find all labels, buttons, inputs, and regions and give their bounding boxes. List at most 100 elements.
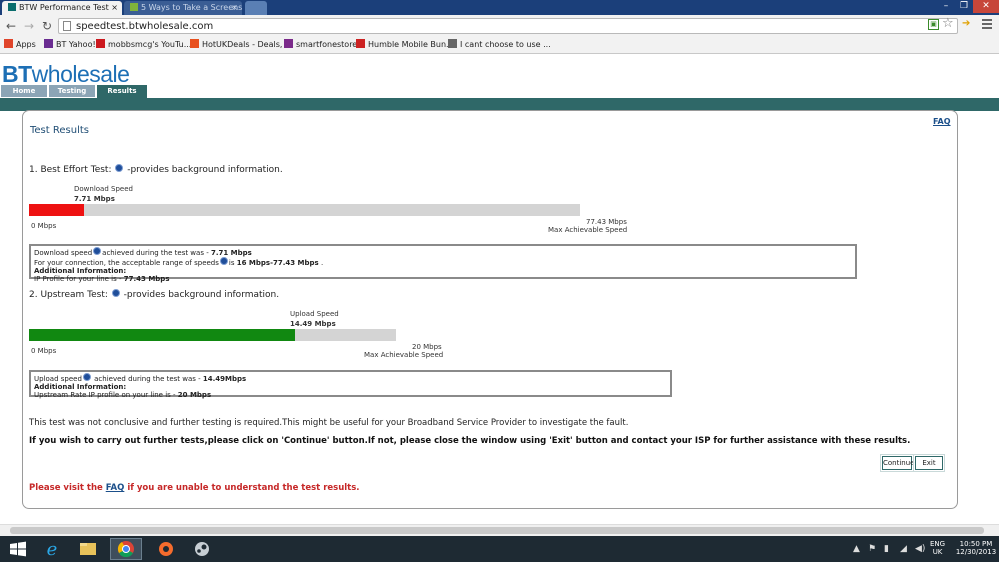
network-icon[interactable]: ◢ <box>900 544 907 554</box>
apps-grid-icon <box>4 39 13 48</box>
bookmark-item[interactable]: Apps <box>4 38 36 51</box>
extension-arrow-icon[interactable]: ➔ <box>962 18 970 29</box>
info-value: 77.43 Mbps <box>123 275 170 283</box>
windows-start-icon[interactable] <box>2 538 34 560</box>
bookmark-item[interactable]: BT Yahoo! <box>44 38 96 51</box>
info-line: For your connection, the acceptable rang… <box>34 257 852 267</box>
bookmark-item[interactable]: smartfonestore <box>284 38 357 51</box>
flame-icon <box>190 39 199 48</box>
nav-tab-home[interactable]: Home <box>1 85 47 97</box>
faq-help-text: Please visit the FAQ if you are unable t… <box>29 483 360 493</box>
upload-speed-label: Upload Speed <box>290 310 339 318</box>
bookmark-label: smartfonestore <box>296 40 358 49</box>
upload-speed-bar <box>29 329 396 341</box>
info-icon[interactable] <box>93 247 102 255</box>
bookmarks-bar: Apps BT Yahoo! mobbsmcg's YouTu... HotUKDea… <box>0 37 999 54</box>
bookmark-label: Apps <box>16 40 36 49</box>
upload-speed-fill <box>29 329 295 341</box>
bookmark-label: mobbsmcg's YouTu... <box>108 40 192 49</box>
info-icon[interactable] <box>82 373 91 381</box>
logo-bt-text: BT <box>2 61 32 87</box>
bookmark-star-icon[interactable]: ☆ <box>942 16 954 31</box>
download-max-value: 77.43 Mbps <box>586 218 627 226</box>
heading-suffix-text: -provides background information. <box>120 290 280 300</box>
upload-min-label: 0 Mbps <box>31 347 57 355</box>
new-tab-button[interactable] <box>245 1 267 15</box>
tab-title: 5 Ways to Take a Screens <box>141 3 242 12</box>
scrollbar-thumb[interactable] <box>10 527 984 534</box>
info-icon[interactable] <box>219 257 228 265</box>
bt-icon <box>44 39 53 48</box>
address-bar[interactable]: speedtest.btwholesale.com <box>58 18 958 34</box>
volume-icon[interactable]: ◀) <box>915 544 925 554</box>
info-text: For your connection, the acceptable rang… <box>34 259 219 267</box>
info-text: Upload speed <box>34 375 82 383</box>
bookmark-label: HotUKDeals - Deals, ... <box>202 40 293 49</box>
bookmark-item[interactable]: Humble Mobile Bun... <box>356 38 454 51</box>
file-explorer-icon[interactable] <box>72 538 104 560</box>
info-line: Upload speed achieved during the test wa… <box>34 373 667 383</box>
origin-icon[interactable] <box>150 538 182 560</box>
show-hidden-icons[interactable]: ▲ <box>853 544 860 554</box>
clock-time: 10:50 PM <box>959 540 993 548</box>
lang-code: ENG <box>930 540 946 548</box>
action-center-flag-icon[interactable]: ⚑ <box>868 544 876 554</box>
close-window-icon[interactable]: ✕ <box>973 0 999 13</box>
system-clock[interactable]: 10:50 PM 12/30/2013 <box>955 540 997 556</box>
minimize-icon[interactable]: – <box>937 0 955 13</box>
upload-max-label: Max Achievable Speed <box>364 351 444 359</box>
humble-icon <box>356 39 365 48</box>
close-tab-icon[interactable]: × <box>231 1 238 15</box>
upload-info-box: Upload speed achieved during the test wa… <box>29 370 672 399</box>
download-speed-value: 7.71 Mbps <box>74 195 115 203</box>
info-icon[interactable] <box>111 289 120 297</box>
exit-button[interactable]: Exit <box>913 454 945 472</box>
info-value: 7.71 Mbps <box>210 249 252 257</box>
info-line: Additional Information: <box>34 267 852 275</box>
info-line: Download speed achieved during the test w… <box>34 247 852 257</box>
visit-prefix: Please visit the <box>29 483 106 493</box>
internet-explorer-icon[interactable]: e <box>36 538 68 560</box>
info-icon[interactable] <box>115 164 124 172</box>
info-text: achieved during the test was - <box>91 375 203 383</box>
forward-arrow-icon[interactable]: → <box>22 19 36 33</box>
best-effort-heading: 1. Best Effort Test: -provides backgroun… <box>29 164 283 175</box>
url-text[interactable]: speedtest.btwholesale.com <box>76 20 213 33</box>
page-icon <box>63 21 71 31</box>
power-icon[interactable]: ▮ <box>884 544 889 554</box>
bookmark-item[interactable]: mobbsmcg's YouTu... <box>96 38 191 51</box>
tab-screenshot-article[interactable]: 5 Ways to Take a Screens × <box>124 1 242 15</box>
heading-text: 2. Upstream Test: <box>29 290 111 300</box>
close-tab-icon[interactable]: × <box>111 1 118 15</box>
upload-max-value: 20 Mbps <box>412 343 442 351</box>
chrome-icon[interactable] <box>110 538 142 560</box>
info-value: 14.49Mbps <box>202 375 247 383</box>
lang-region: UK <box>932 548 943 556</box>
tab-btw-performance-test[interactable]: BTW Performance Test × <box>2 1 122 15</box>
chrome-menu-icon[interactable] <box>982 19 992 31</box>
heading-text: 1. Best Effort Test: <box>29 165 115 175</box>
restore-icon[interactable]: ❐ <box>955 0 973 13</box>
bookmark-item[interactable]: I cant choose to use ... <box>448 38 551 51</box>
extension-icon[interactable]: ▣ <box>928 19 939 30</box>
back-arrow-icon[interactable]: ← <box>4 19 18 33</box>
svg-text:e: e <box>47 539 58 560</box>
windows-taskbar: e ▲ ⚑ ▮ ◢ ◀) ENG UK 10:50 PM 12/30/2013 <box>0 536 999 562</box>
bookmark-label: BT Yahoo! <box>56 40 96 49</box>
faq-link[interactable]: FAQ <box>933 117 951 126</box>
clock-date: 12/30/2013 <box>955 548 997 556</box>
bookmark-item[interactable]: HotUKDeals - Deals, ... <box>190 38 293 51</box>
nav-tab-results[interactable]: Results <box>97 85 147 98</box>
s-logo-icon <box>284 39 293 48</box>
info-text: is <box>228 259 237 267</box>
nav-tab-testing[interactable]: Testing <box>49 85 95 97</box>
reload-icon[interactable]: ↻ <box>40 19 54 33</box>
info-text: . <box>318 259 324 267</box>
info-text: Upstream Rate IP profile on your line is… <box>34 391 178 399</box>
info-text: achieved during the test was - <box>102 249 211 257</box>
steam-icon[interactable] <box>186 538 218 560</box>
continue-button[interactable]: Continue <box>880 454 914 472</box>
upload-speed-value: 14.49 Mbps <box>290 320 336 328</box>
faq-link-bottom[interactable]: FAQ <box>106 483 125 493</box>
language-indicator[interactable]: ENG UK <box>930 540 945 556</box>
